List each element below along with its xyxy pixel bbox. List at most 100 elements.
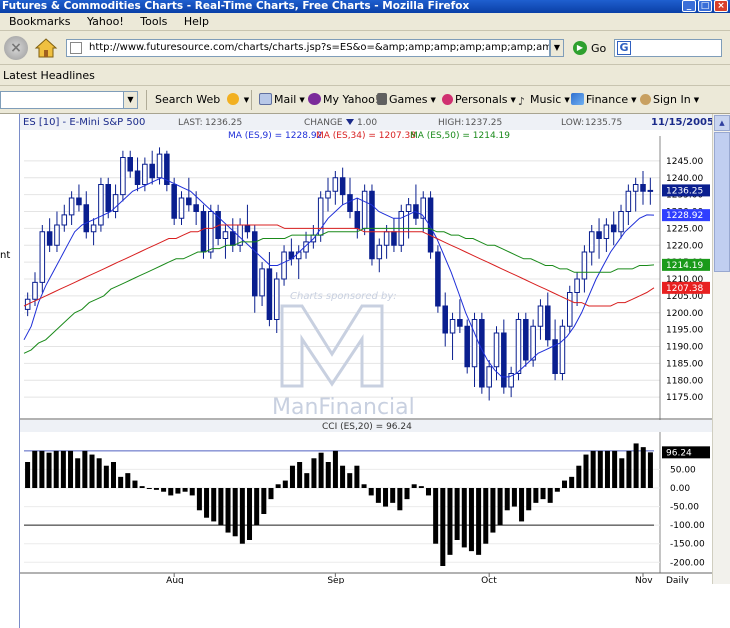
my-yahoo-button[interactable]: My Yahoo! <box>308 93 379 106</box>
cci-bar <box>32 450 38 488</box>
sign-in-button[interactable]: Sign In ▼ <box>640 93 699 106</box>
candle-body <box>54 224 60 246</box>
mail-button[interactable]: Mail ▼ <box>259 93 305 106</box>
cci-bar <box>168 488 174 496</box>
cci-bar <box>404 488 410 500</box>
cci-bar <box>640 447 646 488</box>
candle-body <box>618 211 624 233</box>
window-title: Futures & Commodities Charts - Real-Time… <box>2 0 470 12</box>
cci-bar <box>633 443 639 488</box>
candle-body <box>435 251 441 307</box>
candle-body <box>581 251 588 280</box>
candle-body <box>134 170 141 185</box>
candle-body <box>98 184 104 226</box>
menu-tools[interactable]: Tools <box>140 15 167 28</box>
maximize-icon[interactable]: □ <box>698 0 712 12</box>
cci-bar <box>325 462 331 488</box>
cci-bar <box>433 488 439 544</box>
candle-body <box>486 366 492 388</box>
candle-body <box>83 204 90 233</box>
cci-bar <box>569 476 575 488</box>
cci-bar <box>383 488 389 507</box>
candle-body <box>32 281 38 300</box>
cci-bar <box>289 465 295 488</box>
vertical-scrollbar[interactable]: ▲ <box>712 114 730 584</box>
candle-body <box>523 319 529 361</box>
my-yahoo-icon <box>308 93 321 105</box>
candle-body <box>347 194 353 212</box>
personals-icon <box>442 94 453 105</box>
candle-body <box>39 231 46 283</box>
candle-body <box>156 153 163 179</box>
stop-icon[interactable]: × <box>4 36 28 60</box>
google-search-icon[interactable]: G <box>617 41 631 55</box>
search-engine-box[interactable]: G <box>614 39 722 57</box>
cci-bar <box>189 488 195 496</box>
candle-body <box>647 189 654 192</box>
url-text: http://www.futuresource.com/charts/chart… <box>89 42 549 53</box>
price-tick-label: 1185.00 <box>666 359 703 369</box>
finance-icon <box>571 93 584 105</box>
candle-body <box>464 325 470 368</box>
cci-bar <box>25 462 31 488</box>
candle-body <box>383 231 390 246</box>
cci-bar <box>132 480 138 488</box>
futures-chart: ES [10] - E-Mini S&P 500 LAST: 1236.25 C… <box>20 114 712 584</box>
cci-bar <box>275 484 281 488</box>
toolbar-separator <box>146 90 147 110</box>
cci-bar <box>118 476 124 488</box>
cci-bar <box>232 488 238 537</box>
finance-button[interactable]: Finance ▼ <box>571 93 636 106</box>
url-history-dropdown[interactable]: ▼ <box>550 39 564 57</box>
cci-bar <box>375 488 381 503</box>
cci-bar <box>468 488 474 552</box>
yahoo-search-input[interactable]: ▼ <box>0 91 138 109</box>
last-price-tag-text: 1236.25 <box>666 186 703 196</box>
scroll-thumb[interactable] <box>714 132 730 272</box>
candle-body <box>76 197 82 206</box>
home-icon[interactable] <box>34 36 58 60</box>
menu-bookmarks[interactable]: Bookmarks <box>9 15 70 28</box>
cci-tick-label: -100.00 <box>670 521 705 531</box>
ma34-price-tag-text: 1207.38 <box>666 284 703 294</box>
search-web-button[interactable]: Search Web ▼ <box>155 93 249 106</box>
cci-bar <box>304 473 310 488</box>
left-sidebar-edge: nt <box>0 114 20 628</box>
candle-body <box>610 224 617 233</box>
bookmarks-toolbar: Latest Headlines <box>0 65 730 86</box>
yahoo-search-dropdown[interactable]: ▼ <box>123 92 137 108</box>
url-bar[interactable]: http://www.futuresource.com/charts/chart… <box>66 39 550 57</box>
personals-button[interactable]: Personals ▼ <box>442 93 516 106</box>
user-icon <box>640 94 651 105</box>
change-value: 1.00 <box>357 118 377 128</box>
cci-bar <box>483 488 489 544</box>
high-value: 1237.25 <box>465 118 502 128</box>
candle-body <box>588 231 595 253</box>
candle-body <box>391 231 397 246</box>
menu-help[interactable]: Help <box>184 15 209 28</box>
music-button[interactable]: ♪ Music ▼ <box>518 93 570 108</box>
menu-yahoo[interactable]: Yahoo! <box>87 15 124 28</box>
scroll-up-icon[interactable]: ▲ <box>714 115 730 131</box>
candle-body <box>105 184 112 212</box>
candle-body <box>559 325 566 374</box>
price-tick-label: 1180.00 <box>666 376 703 386</box>
cci-bar <box>368 488 374 496</box>
candle-body <box>449 319 456 334</box>
cci-bar <box>340 465 346 488</box>
price-tick-label: 1240.00 <box>666 174 703 184</box>
candle-body <box>376 244 383 260</box>
go-icon[interactable]: ▶ <box>573 41 587 55</box>
candle-body <box>339 177 346 196</box>
cci-bar <box>590 450 596 488</box>
latest-headlines-link[interactable]: Latest Headlines <box>3 69 95 82</box>
go-button[interactable]: Go <box>591 42 606 55</box>
close-icon[interactable]: × <box>714 0 728 12</box>
cci-bar <box>139 486 145 488</box>
candle-body <box>566 292 573 327</box>
minimize-icon[interactable]: _ <box>682 0 696 12</box>
cci-tick-label: 50.00 <box>670 465 696 475</box>
cci-bar <box>647 452 653 488</box>
games-button[interactable]: Games ▼ <box>377 93 436 106</box>
cci-bar <box>347 473 353 488</box>
